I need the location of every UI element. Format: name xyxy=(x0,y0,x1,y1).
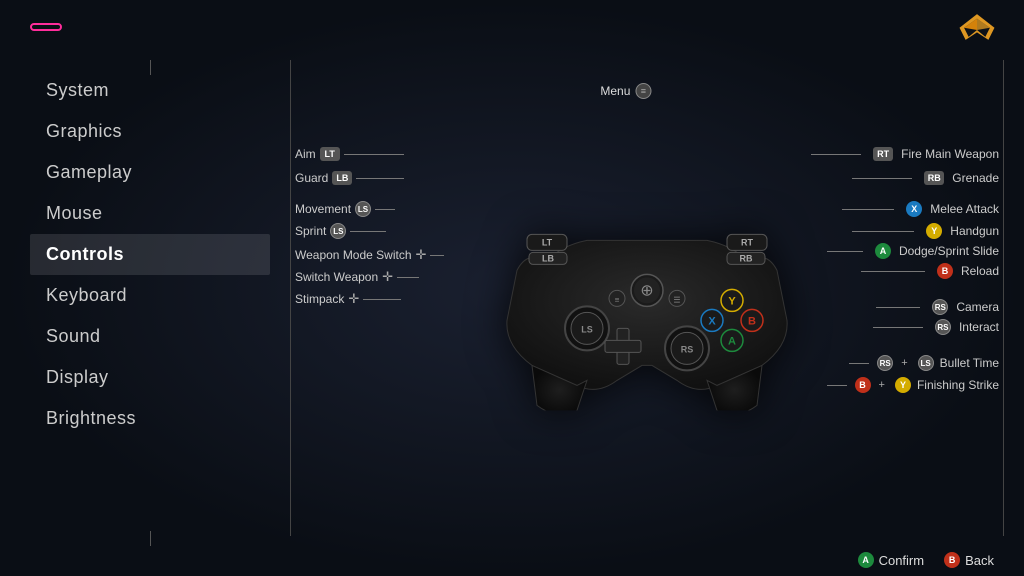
bullet-time-rs: RS xyxy=(877,355,893,371)
melee-key: X xyxy=(906,201,922,217)
annotation-finishing-strike: Finishing Strike Y + B xyxy=(827,377,999,393)
sidebar-item-sound[interactable]: Sound xyxy=(30,316,270,357)
svg-text:B: B xyxy=(748,315,756,327)
svg-text:RT: RT xyxy=(741,237,753,247)
controls-content: Menu ≡ xyxy=(295,65,999,526)
sprint-key: LS xyxy=(330,223,346,239)
confirm-action: A Confirm xyxy=(858,552,925,568)
sidebar-item-system[interactable]: System xyxy=(30,70,270,111)
sidebar-item-display[interactable]: Display xyxy=(30,357,270,398)
weapon-mode-key: ✛ xyxy=(416,247,427,263)
weapon-mode-label: Weapon Mode Switch xyxy=(295,248,412,262)
brand-logo xyxy=(958,12,1004,42)
sidebar-line-top xyxy=(150,60,151,75)
reload-label: Reload xyxy=(961,264,999,278)
fire-label: Fire Main Weapon xyxy=(901,147,999,161)
finishing-b: B xyxy=(855,377,871,393)
svg-text:X: X xyxy=(708,315,716,327)
left-divider xyxy=(290,60,291,536)
grenade-key: RB xyxy=(924,171,944,185)
annotation-movement: Movement LS xyxy=(295,201,395,217)
back-label: Back xyxy=(965,553,994,568)
annotation-interact: Interact RS xyxy=(873,319,999,335)
sidebar: System Graphics Gameplay Mouse Controls … xyxy=(30,70,270,536)
fire-key: RT xyxy=(873,147,893,161)
bullet-time-ls: LS xyxy=(918,355,934,371)
annotation-grenade: Grenade RB xyxy=(852,171,999,185)
stimpack-key: ✛ xyxy=(348,291,359,307)
sidebar-item-controls[interactable]: Controls xyxy=(30,234,270,275)
camera-key: RS xyxy=(932,299,948,315)
back-action[interactable]: B Back xyxy=(944,552,994,568)
aim-key: LT xyxy=(320,147,340,161)
back-button-icon: B xyxy=(944,552,960,568)
switch-weapon-label: Switch Weapon xyxy=(295,270,378,284)
annotation-switch-weapon: Switch Weapon ✛ xyxy=(295,269,419,285)
svg-text:LS: LS xyxy=(581,324,593,334)
dodge-label: Dodge/Sprint Slide xyxy=(899,244,999,258)
confirm-button-icon: A xyxy=(858,552,874,568)
annotation-camera: Camera RS xyxy=(876,299,999,315)
annotation-weapon-mode: Weapon Mode Switch ✛ xyxy=(295,247,444,263)
annotation-handgun: Handgun Y xyxy=(852,223,999,239)
bottom-bar: A Confirm B Back xyxy=(858,552,994,568)
movement-label: Movement xyxy=(295,202,351,216)
guard-label: Guard xyxy=(295,171,328,185)
svg-text:A: A xyxy=(728,335,736,347)
handgun-label: Handgun xyxy=(950,224,999,238)
finishing-strike-label: Finishing Strike xyxy=(917,378,999,392)
annotation-reload: Reload B xyxy=(861,263,999,279)
annotation-dodge: Dodge/Sprint Slide A xyxy=(827,243,999,259)
annotation-stimpack: Stimpack ✛ xyxy=(295,291,401,307)
switch-weapon-key: ✛ xyxy=(382,269,393,285)
page-title xyxy=(30,23,62,31)
handgun-key: Y xyxy=(926,223,942,239)
brand-icon xyxy=(958,12,996,42)
sidebar-item-brightness[interactable]: Brightness xyxy=(30,398,270,439)
right-divider xyxy=(1003,60,1004,536)
interact-label: Interact xyxy=(959,320,999,334)
sprint-label: Sprint xyxy=(295,224,326,238)
svg-text:Y: Y xyxy=(728,295,736,307)
stimpack-label: Stimpack xyxy=(295,292,344,306)
annotation-sprint: Sprint LS xyxy=(295,223,386,239)
sidebar-item-mouse[interactable]: Mouse xyxy=(30,193,270,234)
melee-label: Melee Attack xyxy=(930,202,999,216)
svg-text:RB: RB xyxy=(740,253,753,263)
bullet-time-label: Bullet Time xyxy=(940,356,999,370)
sidebar-item-keyboard[interactable]: Keyboard xyxy=(30,275,270,316)
grenade-label: Grenade xyxy=(952,171,999,185)
svg-text:LB: LB xyxy=(542,253,554,263)
menu-text: Menu xyxy=(600,84,630,98)
menu-button-icon: ≡ xyxy=(635,83,651,99)
svg-text:≡: ≡ xyxy=(615,295,620,304)
controller-wrapper: Menu ≡ xyxy=(295,65,999,526)
guard-key: LB xyxy=(332,171,352,185)
header xyxy=(30,12,1004,42)
menu-label-annotation: Menu ≡ xyxy=(600,83,651,99)
annotation-bullet-time: Bullet Time LS + RS xyxy=(849,355,999,371)
annotation-melee: Melee Attack X xyxy=(842,201,999,217)
sidebar-item-graphics[interactable]: Graphics xyxy=(30,111,270,152)
sidebar-line-bottom xyxy=(150,531,151,546)
confirm-label: Confirm xyxy=(879,553,925,568)
svg-text:☰: ☰ xyxy=(673,295,680,304)
sidebar-item-gameplay[interactable]: Gameplay xyxy=(30,152,270,193)
controller-image: LT LB RT RB ⊕ ≡ ☰ xyxy=(487,190,807,410)
svg-text:⊕: ⊕ xyxy=(640,282,653,299)
finishing-y: Y xyxy=(895,377,911,393)
camera-label: Camera xyxy=(956,300,999,314)
aim-label: Aim xyxy=(295,147,316,161)
svg-text:RS: RS xyxy=(681,344,694,354)
annotation-aim: Aim LT xyxy=(295,147,404,161)
annotation-guard: Guard LB xyxy=(295,171,404,185)
dodge-key: A xyxy=(875,243,891,259)
interact-key: RS xyxy=(935,319,951,335)
annotation-fire: Fire Main Weapon RT xyxy=(811,147,999,161)
movement-key: LS xyxy=(355,201,371,217)
svg-text:LT: LT xyxy=(542,237,553,247)
reload-key: B xyxy=(937,263,953,279)
